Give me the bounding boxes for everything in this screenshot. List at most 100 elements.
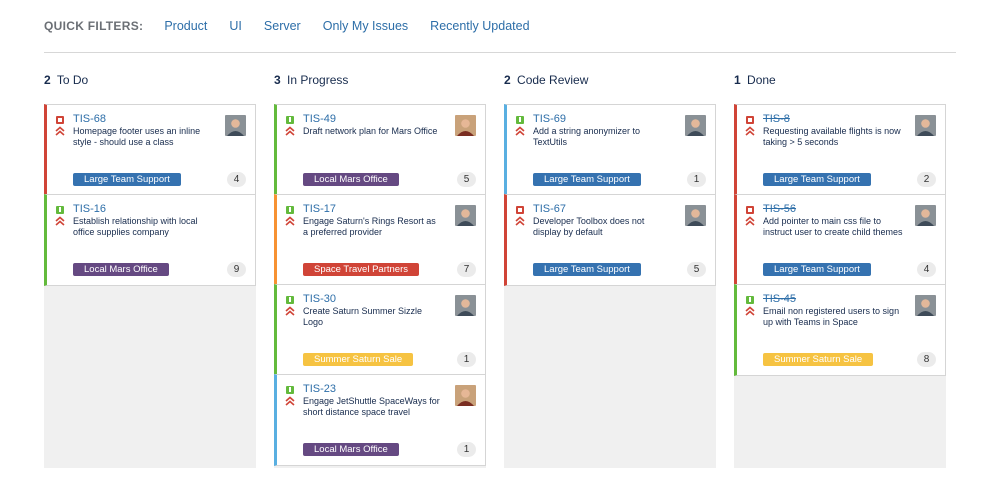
story-icon xyxy=(286,206,294,214)
story-icon xyxy=(286,116,294,124)
issue-summary: Developer Toolbox does not display by de… xyxy=(533,216,645,237)
issue-key-link[interactable]: TIS-69 xyxy=(533,113,566,125)
issue-summary: Email non registered users to sign up wi… xyxy=(763,306,900,327)
issue-card[interactable]: TIS-8 Requesting available flights is no… xyxy=(734,104,946,196)
column-body: TIS-49 Draft network plan for Mars Offic… xyxy=(274,104,486,468)
agile-board: 2 To Do TIS-68 Homepage footer uses an i… xyxy=(44,66,956,468)
story-points-badge: 5 xyxy=(457,172,476,187)
issue-key-link[interactable]: TIS-49 xyxy=(303,113,336,125)
story-points-badge: 1 xyxy=(687,172,706,187)
story-icon xyxy=(746,296,754,304)
story-icon xyxy=(286,386,294,394)
issue-key-link[interactable]: TIS-23 xyxy=(303,383,336,395)
issue-card[interactable]: TIS-56 Add pointer to main css file to i… xyxy=(734,194,946,286)
epic-label: Large Team Support xyxy=(73,173,181,186)
assignee-avatar xyxy=(455,385,476,406)
priority-critical-icon xyxy=(745,216,755,226)
issue-summary: Engage JetShuttle SpaceWays for short di… xyxy=(303,396,440,417)
epic-label: Large Team Support xyxy=(533,263,641,276)
assignee-avatar xyxy=(685,205,706,226)
issue-summary: Add a string anonymizer to TextUtils xyxy=(533,126,641,147)
column-title: Done xyxy=(747,73,776,87)
story-icon xyxy=(56,206,64,214)
issue-card[interactable]: TIS-30 Create Saturn Summer Sizzle Logo … xyxy=(274,284,486,376)
issue-key-link[interactable]: TIS-8 xyxy=(763,113,790,125)
column-header: 2 Code Review xyxy=(504,66,716,104)
priority-critical-icon xyxy=(285,126,295,136)
issue-card[interactable]: TIS-67 Developer Toolbox does not displa… xyxy=(504,194,716,286)
column-body: TIS-8 Requesting available flights is no… xyxy=(734,104,946,468)
issue-key-link[interactable]: TIS-68 xyxy=(73,113,106,125)
issue-card[interactable]: TIS-17 Engage Saturn's Rings Resort as a… xyxy=(274,194,486,286)
issue-key-link[interactable]: TIS-16 xyxy=(73,203,106,215)
story-points-badge: 2 xyxy=(917,172,936,187)
quick-filters-label: QUICK FILTERS: xyxy=(44,19,144,33)
issue-key-link[interactable]: TIS-45 xyxy=(763,293,796,305)
issue-key-link[interactable]: TIS-17 xyxy=(303,203,336,215)
bug-icon xyxy=(56,116,64,124)
priority-critical-icon xyxy=(285,216,295,226)
priority-critical-icon xyxy=(55,216,65,226)
column-issue-count: 1 xyxy=(734,73,741,87)
epic-label: Large Team Support xyxy=(763,263,871,276)
issue-summary: Homepage footer uses an inline style - s… xyxy=(73,126,201,147)
filter-server[interactable]: Server xyxy=(264,19,301,33)
bug-icon xyxy=(746,206,754,214)
priority-critical-icon xyxy=(515,216,525,226)
column-header: 3 In Progress xyxy=(274,66,486,104)
column-body: TIS-69 Add a string anonymizer to TextUt… xyxy=(504,104,716,468)
filter-product[interactable]: Product xyxy=(164,19,207,33)
issue-key-link[interactable]: TIS-30 xyxy=(303,293,336,305)
column-header: 1 Done xyxy=(734,66,946,104)
filter-ui[interactable]: UI xyxy=(229,19,242,33)
bug-icon xyxy=(746,116,754,124)
issue-card[interactable]: TIS-23 Engage JetShuttle SpaceWays for s… xyxy=(274,374,486,466)
column-body: TIS-68 Homepage footer uses an inline st… xyxy=(44,104,256,468)
epic-label: Local Mars Office xyxy=(73,263,169,276)
story-points-badge: 4 xyxy=(227,172,246,187)
story-points-badge: 4 xyxy=(917,262,936,277)
column-issue-count: 3 xyxy=(274,73,281,87)
priority-critical-icon xyxy=(515,126,525,136)
column-issue-count: 2 xyxy=(504,73,511,87)
epic-label: Local Mars Office xyxy=(303,173,399,186)
story-points-badge: 1 xyxy=(457,352,476,367)
epic-label: Local Mars Office xyxy=(303,443,399,456)
story-icon xyxy=(516,116,524,124)
priority-critical-icon xyxy=(285,306,295,316)
assignee-avatar xyxy=(685,115,706,136)
filter-only-my-issues[interactable]: Only My Issues xyxy=(323,19,408,33)
assignee-avatar xyxy=(915,295,936,316)
story-points-badge: 8 xyxy=(917,352,936,367)
issue-key-link[interactable]: TIS-56 xyxy=(763,203,796,215)
priority-critical-icon xyxy=(55,126,65,136)
story-icon xyxy=(286,296,294,304)
column-title: In Progress xyxy=(287,73,349,87)
issue-card[interactable]: TIS-68 Homepage footer uses an inline st… xyxy=(44,104,256,196)
issue-card[interactable]: TIS-49 Draft network plan for Mars Offic… xyxy=(274,104,486,196)
story-points-badge: 9 xyxy=(227,262,246,277)
filter-recently-updated[interactable]: Recently Updated xyxy=(430,19,529,33)
issue-summary: Create Saturn Summer Sizzle Logo xyxy=(303,306,423,327)
assignee-avatar xyxy=(915,205,936,226)
bug-icon xyxy=(516,206,524,214)
quick-filters-bar: QUICK FILTERS: Product UI Server Only My… xyxy=(44,0,956,53)
issue-summary: Establish relationship with local office… xyxy=(73,216,198,237)
column-header: 2 To Do xyxy=(44,66,256,104)
story-points-badge: 1 xyxy=(457,442,476,457)
column-to-do: 2 To Do TIS-68 Homepage footer uses an i… xyxy=(44,66,256,468)
issue-card[interactable]: TIS-16 Establish relationship with local… xyxy=(44,194,256,286)
issue-key-link[interactable]: TIS-67 xyxy=(533,203,566,215)
epic-label: Summer Saturn Sale xyxy=(763,353,874,366)
issue-summary: Add pointer to main css file to instruct… xyxy=(763,216,903,237)
issue-summary: Engage Saturn's Rings Resort as a prefer… xyxy=(303,216,436,237)
issue-summary: Requesting available flights is now taki… xyxy=(763,126,901,147)
issue-card[interactable]: TIS-69 Add a string anonymizer to TextUt… xyxy=(504,104,716,196)
story-points-badge: 7 xyxy=(457,262,476,277)
issue-card[interactable]: TIS-45 Email non registered users to sig… xyxy=(734,284,946,376)
column-done: 1 Done TIS-8 Requesting available flight… xyxy=(734,66,946,468)
priority-critical-icon xyxy=(745,306,755,316)
assignee-avatar xyxy=(455,115,476,136)
column-code-review: 2 Code Review TIS-69 Add a string anonym… xyxy=(504,66,716,468)
assignee-avatar xyxy=(455,295,476,316)
